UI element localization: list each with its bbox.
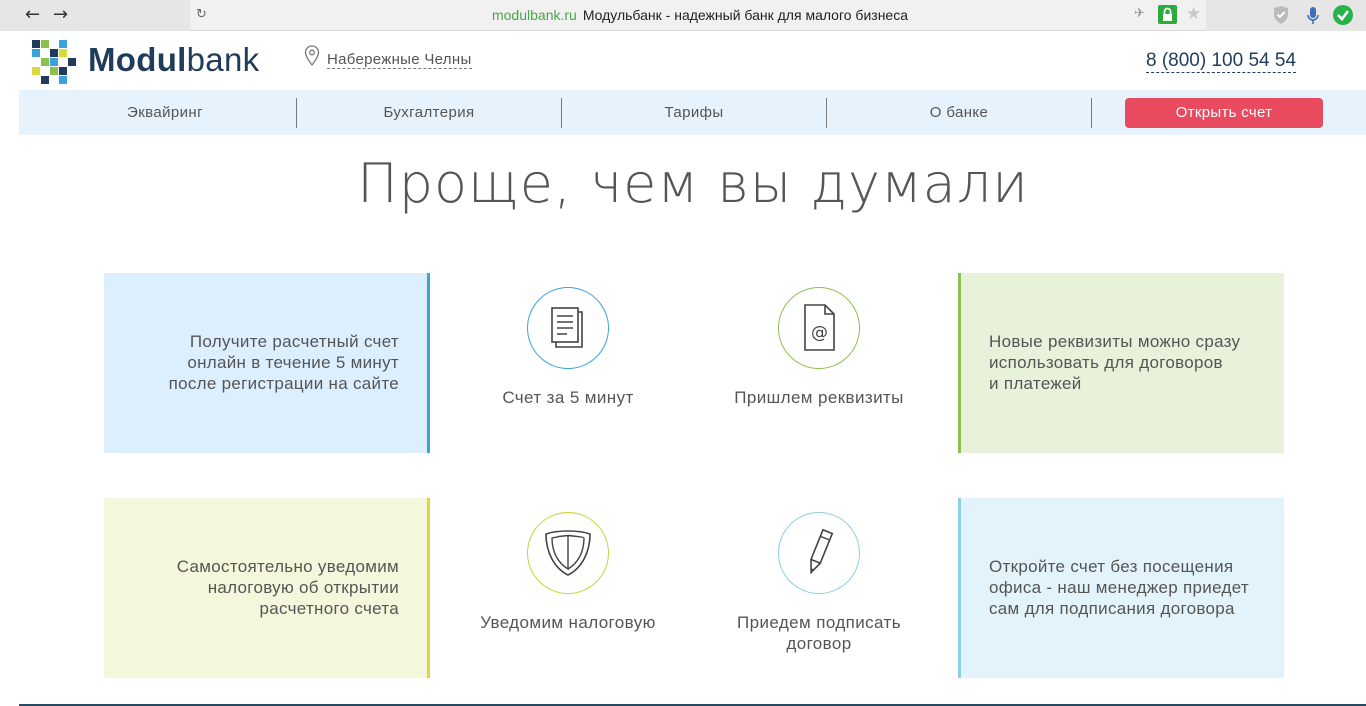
rocket-icon[interactable]: ✈ <box>1134 6 1145 21</box>
feature-label: Счет за 5 минут <box>502 388 634 407</box>
feature-label: Пришлем реквизиты <box>734 388 904 407</box>
shield-extension-icon[interactable] <box>1272 5 1290 29</box>
svg-text:@: @ <box>811 323 828 343</box>
browser-extensions <box>1206 0 1366 31</box>
feature-box-text: Откройте счет без посещения офиса - наш м… <box>989 557 1249 618</box>
open-account-button[interactable]: Открыть счет <box>1125 98 1323 128</box>
pen-icon <box>778 512 860 594</box>
menu-item-about[interactable]: О банке <box>827 90 1091 135</box>
location-pin-icon <box>304 45 320 74</box>
forward-arrow-icon[interactable]: → <box>53 4 68 25</box>
feature-box-no-office-visit: Откройте счет без посещения офиса - наш м… <box>958 498 1284 678</box>
feature-box-text: Самостоятельно уведомим налоговую об откр… <box>176 557 399 618</box>
bookmark-star-icon[interactable]: ★ <box>1186 4 1201 24</box>
city-name[interactable]: Набережные Челны <box>327 51 472 69</box>
feature-label: Уведомим налоговую <box>480 613 656 632</box>
menu-item-accounting[interactable]: Бухгалтерия <box>297 90 561 135</box>
back-arrow-icon[interactable]: ← <box>25 4 40 25</box>
url-domain: modulbank.ru <box>491 7 577 23</box>
browser-toolbar: ← → ↻ modulbank.ru Модульбанк - надежный … <box>0 0 1366 31</box>
feature-box-new-details: Новые реквизиты можно сразу использовать … <box>958 273 1284 453</box>
browser-nav-area: ← → <box>0 0 190 31</box>
feature-label: Приедем подписать договор <box>737 613 901 653</box>
feature-box-text: Новые реквизиты можно сразу использовать … <box>989 332 1241 393</box>
microphone-icon[interactable] <box>1306 6 1320 29</box>
documents-icon <box>527 287 609 369</box>
page-headline: Проще, чем вы думали <box>357 152 1029 215</box>
logo-wordmark: Modulbank <box>88 41 260 78</box>
email-document-icon: @ <box>778 287 860 369</box>
main-menu: Эквайринг Бухгалтерия Тарифы О банке Отк… <box>19 90 1366 135</box>
logo-mosaic-icon <box>32 40 76 84</box>
shield-icon <box>527 512 609 594</box>
page-title-text: Модульбанк - надежный банк для малого би… <box>582 7 908 23</box>
feature-box-text: Получите расчетный счет онлайн в течение … <box>168 332 399 393</box>
feature-box-tax-notice: Самостоятельно уведомим налоговую об откр… <box>104 498 430 678</box>
menu-item-tariffs[interactable]: Тарифы <box>562 90 826 135</box>
menu-item-acquiring[interactable]: Эквайринг <box>19 90 311 135</box>
phone-number[interactable]: 8 (800) 100 54 54 <box>1146 50 1297 73</box>
address-bar[interactable]: modulbank.ru Модульбанк - надежный банк д… <box>190 0 1210 31</box>
lock-icon[interactable] <box>1158 5 1177 24</box>
checkmark-extension-icon[interactable] <box>1332 4 1354 30</box>
menu-divider <box>1091 98 1092 128</box>
feature-box-account-online: Получите расчетный счет онлайн в течение … <box>104 273 430 453</box>
